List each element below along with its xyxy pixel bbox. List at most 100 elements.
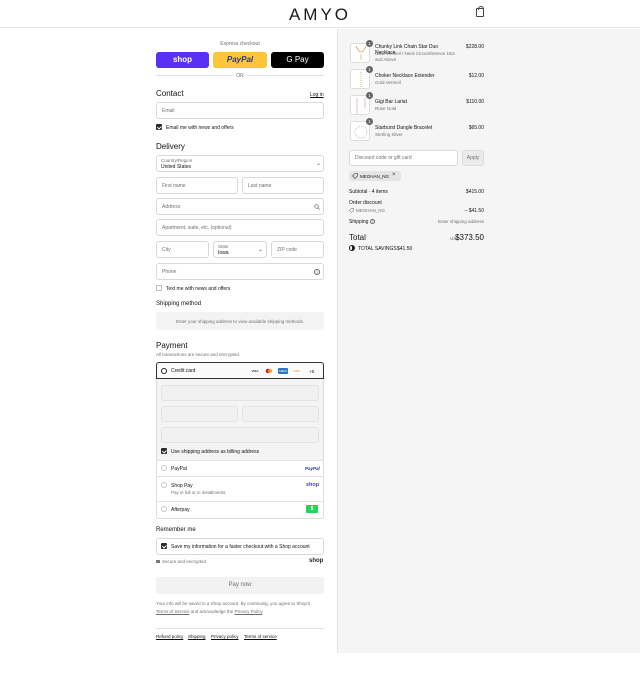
terms-of-service-footer-link[interactable]: Terms of service: [244, 634, 277, 639]
apply-label: Apply: [466, 155, 480, 161]
privacy-policy-footer-link[interactable]: Privacy policy: [211, 634, 239, 639]
shop-pay-logo: shop: [306, 482, 320, 488]
discount-code-field[interactable]: Discount code or gift card: [349, 150, 458, 166]
city-field[interactable]: City: [156, 241, 209, 258]
item-variant: Rose Gold: [375, 106, 397, 111]
remove-discount-icon[interactable]: ×: [392, 172, 396, 178]
savings-icon: [349, 245, 355, 251]
expiration-date-field[interactable]: [161, 406, 238, 422]
shop-pay-subtext: Pay in full or in installments: [171, 490, 226, 495]
footer-divider: [156, 628, 324, 629]
country-label: Country/Region: [161, 158, 193, 163]
pay-now-button[interactable]: Pay now: [156, 577, 324, 594]
delivery-title: Delivery: [156, 142, 185, 151]
shop-logo: shop: [172, 55, 193, 64]
apartment-field[interactable]: Apartment, suite, etc. (optional): [156, 219, 324, 236]
text-offers-checkbox[interactable]: [156, 285, 162, 291]
shipping-link[interactable]: Shipping: [188, 634, 206, 639]
item-price: $65.00: [468, 125, 484, 131]
save-info-checkbox[interactable]: [161, 543, 167, 549]
refund-policy-link[interactable]: Refund policy: [156, 634, 183, 639]
google-pay-express-button[interactable]: G Pay: [271, 52, 324, 68]
discount-chip: MEGHAN_NG ×: [349, 171, 401, 181]
brand-logo[interactable]: AMYO: [0, 5, 640, 25]
privacy-policy-link[interactable]: Privacy Policy: [235, 609, 263, 614]
tag-icon: [352, 173, 358, 179]
name-on-card-field[interactable]: [161, 427, 319, 443]
billing-same-label: Use shipping address as billing address: [171, 449, 260, 455]
shipping-info-icon[interactable]: ?: [370, 219, 375, 224]
paypal-express-button[interactable]: PayPal: [213, 52, 267, 68]
express-checkout-heading: Express checkout: [220, 41, 260, 47]
state-select[interactable]: State Iowa ⌄: [213, 241, 267, 258]
tag-icon: [349, 208, 354, 213]
more-cards-count: +5: [309, 369, 315, 374]
newsletter-checkbox[interactable]: [156, 124, 162, 130]
amex-icon: AMEX: [278, 368, 288, 374]
item-name: Choker Necklace Extender: [375, 73, 435, 79]
paypal-radio[interactable]: [161, 465, 167, 471]
log-in-link[interactable]: Log in: [310, 92, 324, 98]
afterpay-radio[interactable]: [161, 506, 167, 512]
address-placeholder: Address: [162, 203, 181, 210]
legal-period: .: [262, 608, 264, 614]
pay-now-label: Pay now: [228, 581, 252, 588]
payment-subtitle: All transactions are secure and encrypte…: [156, 352, 241, 357]
item-variant: Gold Vermeil: [375, 80, 401, 85]
apartment-placeholder: Apartment, suite, etc. (optional): [162, 224, 232, 231]
email-placeholder: Email: [162, 107, 175, 114]
shipping-method-notice: Enter your shipping address to view avai…: [156, 312, 324, 330]
item-name: Gigi Bar Lariat: [375, 99, 407, 105]
header: AMYO: [0, 0, 640, 28]
zip-field[interactable]: ZIP code: [271, 241, 324, 258]
or-divider-label: OR: [236, 73, 244, 79]
email-field[interactable]: Email: [156, 102, 324, 119]
shipping-method-notice-text: Enter your shipping address to view avai…: [175, 318, 305, 324]
apply-button[interactable]: Apply: [462, 150, 484, 166]
discount-placeholder: Discount code or gift card: [355, 155, 412, 161]
country-value: United States: [161, 164, 192, 170]
address-field[interactable]: Address: [156, 198, 324, 215]
total-value: $373.50: [455, 233, 484, 242]
shopping-bag-icon[interactable]: [476, 6, 484, 17]
billing-same-checkbox[interactable]: [161, 448, 167, 454]
discount-code-text: MEGHAN_NG: [356, 208, 386, 213]
country-select[interactable]: Country/Region United States ⌄: [156, 155, 324, 172]
order-summary: [337, 29, 640, 653]
order-discount-label: Order discount: [349, 200, 382, 206]
phone-field[interactable]: Phone ?: [156, 263, 324, 280]
payment-divider: [157, 501, 323, 502]
shipping-value: Enter shipping address: [437, 219, 484, 224]
zip-placeholder: ZIP code: [277, 246, 297, 253]
first-name-field[interactable]: First name: [156, 177, 238, 194]
shipping-method-title: Shipping method: [156, 301, 202, 307]
shop-pay-express-button[interactable]: shop: [156, 52, 209, 68]
legal-text: Your info will be saved to a Shop accoun…: [156, 600, 324, 615]
credit-card-radio[interactable]: [161, 368, 167, 374]
payment-title: Payment: [156, 341, 188, 350]
quantity-badge: 1: [366, 92, 373, 99]
security-code-field[interactable]: [242, 406, 319, 422]
item-price: $12.00: [468, 73, 484, 79]
phone-placeholder: Phone: [162, 268, 177, 275]
discount-chip-label: MEGHAN_NG: [360, 173, 390, 179]
help-icon[interactable]: ?: [314, 269, 320, 275]
shipping-label: Shipping: [349, 219, 369, 225]
legal-and: and acknowledge the: [190, 608, 234, 614]
card-number-field[interactable]: [161, 385, 319, 401]
last-name-field[interactable]: Last name: [242, 177, 324, 194]
total-savings-value: $41.50: [397, 246, 413, 252]
discount-value: – $41.50: [464, 208, 484, 214]
legal-line: Your info will be saved to a Shop accoun…: [156, 601, 311, 606]
subtotal-value: $415.00: [465, 189, 484, 195]
last-name-placeholder: Last name: [248, 182, 272, 189]
newsletter-label: Email me with news and offers: [166, 125, 234, 131]
total-label: Total: [349, 233, 366, 242]
contact-title: Contact: [156, 89, 184, 98]
shop-pay-radio[interactable]: [161, 482, 167, 488]
paypal-logo: PayPal: [226, 55, 254, 64]
total-savings-label: TOTAL SAVINGS: [358, 246, 397, 252]
terms-of-service-link[interactable]: Terms of Service: [156, 609, 190, 614]
quantity-badge: 1: [366, 118, 373, 125]
chevron-down-icon: ⌄: [316, 161, 322, 167]
